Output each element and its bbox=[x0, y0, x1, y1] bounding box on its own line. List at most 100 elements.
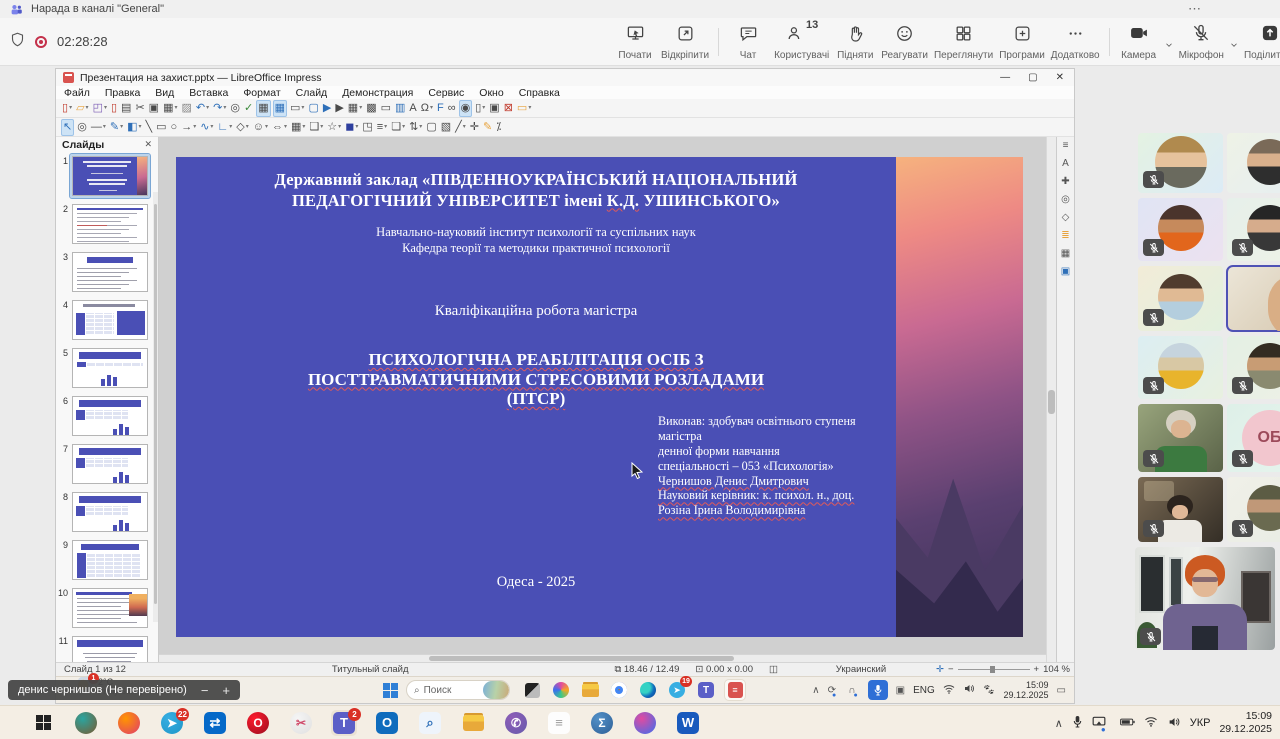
sidebar-deck-icon-2[interactable]: ✚ bbox=[1061, 177, 1069, 187]
participant-tile-1[interactable] bbox=[1138, 133, 1223, 193]
slide-thumbnail-6[interactable]: 6 bbox=[56, 394, 158, 438]
menu-Справка[interactable]: Справка bbox=[519, 87, 560, 99]
shared-app-task-view[interactable] bbox=[522, 680, 542, 700]
slide-thumbnail-7[interactable]: 7 bbox=[56, 442, 158, 486]
toolbar-icon-26[interactable]: ✎ bbox=[482, 120, 493, 135]
menu-Формат[interactable]: Формат bbox=[243, 87, 280, 99]
maximize-icon[interactable]: ▢ bbox=[1028, 72, 1037, 83]
menu-Сервис[interactable]: Сервис bbox=[428, 87, 464, 99]
host-app-start[interactable] bbox=[30, 710, 56, 736]
chevron-down-icon[interactable] bbox=[1164, 37, 1174, 47]
sidebar-deck-icon-5[interactable]: ≣ bbox=[1061, 231, 1069, 241]
host-tray-screenshare-icon[interactable]: ● bbox=[1092, 716, 1111, 731]
shared-app-explorer[interactable] bbox=[580, 680, 600, 700]
toolbar-icon-26[interactable]: ∞ bbox=[447, 101, 457, 116]
meet-button-react[interactable]: Реагувати bbox=[878, 19, 931, 65]
sidebar-deck-icon-7[interactable]: ▣ bbox=[1061, 267, 1070, 277]
toolbar-icon-27[interactable]: ◉ bbox=[459, 100, 473, 117]
participant-tile-7[interactable] bbox=[1138, 336, 1223, 399]
vertical-scrollbar[interactable] bbox=[1046, 137, 1056, 662]
toolbar-icon-23[interactable]: ▧ bbox=[440, 120, 452, 135]
toolbar-icon-24[interactable]: ╱▾ bbox=[454, 120, 467, 135]
shared-start-button[interactable] bbox=[383, 683, 398, 698]
toolbar-icon-18[interactable]: ◳ bbox=[361, 120, 373, 135]
host-app-viber[interactable]: ✆ bbox=[503, 710, 529, 736]
toolbar-icon-4[interactable]: ▤ bbox=[120, 101, 132, 116]
tray-wifi-icon[interactable] bbox=[943, 684, 955, 697]
slide-thumbnail-3[interactable]: 3 bbox=[56, 250, 158, 294]
toolbar-icon-8[interactable]: →▾ bbox=[180, 120, 197, 135]
meet-button-apps[interactable]: Програми bbox=[996, 19, 1048, 65]
meet-button-view[interactable]: Переглянути bbox=[931, 19, 996, 65]
host-tray-volume-icon[interactable] bbox=[1167, 716, 1181, 731]
meet-button-more[interactable]: Додатково bbox=[1048, 19, 1103, 65]
meet-button-mic[interactable]: Мікрофон bbox=[1176, 19, 1227, 65]
toolbar-icon-6[interactable]: ▭ bbox=[155, 120, 167, 135]
toolbar-icon-23[interactable]: A bbox=[408, 101, 417, 116]
slide-thumbnail-8[interactable]: 8 bbox=[56, 490, 158, 534]
toolbar-icon-7[interactable]: ▦▾ bbox=[162, 101, 178, 116]
toolbar-icon-3[interactable]: ▯ bbox=[110, 101, 118, 116]
horizontal-scrollbar[interactable] bbox=[159, 654, 1046, 662]
toolbar-icon-25[interactable]: ✛ bbox=[469, 120, 480, 135]
window-more-icon[interactable]: ⋯ bbox=[1188, 1, 1202, 17]
slide-thumbnail-10[interactable]: 10 bbox=[56, 586, 158, 630]
host-app-copilot[interactable] bbox=[632, 710, 658, 736]
participant-tile-3[interactable] bbox=[1138, 198, 1223, 261]
toolbar-icon-22[interactable]: ▢ bbox=[425, 120, 437, 135]
slide-thumbnail-5[interactable]: 5 bbox=[56, 346, 158, 390]
toolbar-icon-0[interactable]: ▯▾ bbox=[61, 101, 73, 116]
toolbar-icon-17[interactable]: ◼▾ bbox=[344, 120, 359, 135]
slide-1-canvas[interactable]: Державний заклад «ПІВДЕННОУКРАЇНСЬКИЙ НА… bbox=[176, 157, 1023, 637]
meet-button-people[interactable]: 13Користувачі bbox=[771, 19, 832, 65]
toolbar-icon-18[interactable]: ▶ bbox=[334, 101, 344, 116]
toolbar-icon-10[interactable]: ∟▾ bbox=[216, 120, 233, 135]
shared-app-copilot[interactable] bbox=[551, 680, 571, 700]
menu-Демонстрация[interactable]: Демонстрация bbox=[342, 87, 413, 99]
meet-button-start-share[interactable]: Почати bbox=[612, 19, 658, 65]
toolbar-icon-30[interactable]: ⊠ bbox=[503, 101, 514, 116]
toolbar-icon-29[interactable]: ▣ bbox=[488, 101, 500, 116]
toolbar-icon-12[interactable]: ✓ bbox=[243, 101, 254, 116]
shared-app-edge[interactable] bbox=[638, 680, 658, 700]
zoom-out-button[interactable]: − bbox=[201, 683, 209, 698]
tray-chevron-icon[interactable]: ∧ bbox=[812, 685, 819, 696]
participant-tile-4[interactable] bbox=[1227, 198, 1280, 261]
tray-mic-active-button[interactable] bbox=[868, 680, 888, 700]
tray-app-icon[interactable]: 🐾︎ bbox=[983, 685, 996, 696]
participant-tile-8[interactable] bbox=[1227, 336, 1280, 399]
host-app-powershell[interactable]: Σ bbox=[589, 710, 615, 736]
menu-Слайд[interactable]: Слайд bbox=[296, 87, 328, 99]
host-app-teams[interactable]: T2 bbox=[331, 710, 357, 736]
menu-Файл[interactable]: Файл bbox=[64, 87, 90, 99]
shared-app-telegram[interactable]: ➤19 bbox=[667, 680, 687, 700]
host-app-search-everything[interactable]: ⌕ bbox=[417, 710, 443, 736]
toolbar-icon-27[interactable]: ⁒ bbox=[495, 120, 502, 135]
host-tray-language[interactable]: УКР bbox=[1190, 717, 1211, 729]
toolbar-icon-19[interactable]: ≡▾ bbox=[376, 120, 388, 135]
slide-thumbnail-9[interactable]: 9 bbox=[56, 538, 158, 582]
participant-tile-11[interactable] bbox=[1138, 477, 1223, 542]
toolbar-icon-15[interactable]: ❑▾ bbox=[308, 120, 324, 135]
participant-tile-5[interactable] bbox=[1138, 266, 1223, 331]
participant-tile-2[interactable] bbox=[1227, 133, 1280, 193]
participant-tile-12[interactable] bbox=[1227, 477, 1280, 542]
slide-thumbnail-1[interactable]: 1 bbox=[56, 154, 158, 198]
toolbar-icon-5[interactable]: ╲ bbox=[145, 120, 154, 135]
host-app-word[interactable]: W bbox=[675, 710, 701, 736]
participant-tile-6[interactable] bbox=[1227, 266, 1280, 331]
shared-app-impress[interactable]: ≡ bbox=[725, 680, 745, 700]
tray-sync-icon[interactable]: ⟳● bbox=[828, 685, 841, 696]
tray-clock[interactable]: 15:0929.12.2025 bbox=[1004, 680, 1049, 701]
shared-app-teams[interactable]: T bbox=[696, 680, 716, 700]
meet-button-chat[interactable]: Чат bbox=[725, 19, 771, 65]
slide-thumbnail-4[interactable]: 4 bbox=[56, 298, 158, 342]
host-app-browser[interactable] bbox=[73, 710, 99, 736]
toolbar-icon-3[interactable]: ✎▾ bbox=[109, 120, 124, 135]
host-tray-battery-icon[interactable] bbox=[1120, 717, 1135, 730]
toolbar-icon-1[interactable]: ◎ bbox=[76, 120, 88, 135]
slide-panel-scrollbar[interactable] bbox=[153, 192, 158, 622]
meet-button-camera[interactable]: Камера bbox=[1116, 19, 1162, 65]
host-app-opera[interactable]: O bbox=[245, 710, 271, 736]
slide-panel-close-icon[interactable]: ✕ bbox=[144, 139, 152, 150]
